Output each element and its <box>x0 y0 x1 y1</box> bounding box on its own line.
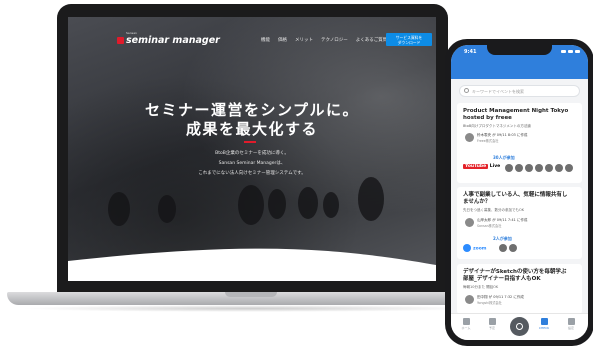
phone-notch <box>487 45 552 55</box>
platform-label: zoom <box>473 246 487 252</box>
search-icon <box>464 88 469 93</box>
avatar <box>525 164 533 172</box>
website-nav: Sansan seminar manager 機能 価格 メリット テクノロジー… <box>68 17 436 57</box>
event-title-line-1: Product Management Night Tokyo <box>463 108 569 114</box>
event-title-line-2: hosted by freee <box>463 115 512 121</box>
status-time: 9:41 <box>464 49 477 55</box>
avatar <box>505 164 513 172</box>
participant-avatars <box>499 244 517 252</box>
avatar <box>509 244 517 252</box>
nav-link-technology[interactable]: テクノロジー <box>321 37 348 43</box>
youtube-icon: YouTube <box>463 164 489 169</box>
nav-link-pricing[interactable]: 価格 <box>278 37 287 43</box>
avatar <box>535 164 543 172</box>
device-mockup: Sansan seminar manager 機能 価格 メリット テクノロジー… <box>0 0 593 353</box>
avatar <box>465 133 474 142</box>
avatar <box>499 244 507 252</box>
avatar <box>545 164 553 172</box>
battery-icon <box>575 50 580 53</box>
person-icon <box>567 318 575 325</box>
calendar-icon <box>488 318 496 325</box>
avatar <box>565 164 573 172</box>
participant-count: 2人が参加 <box>493 236 512 241</box>
event-title-line-1: 人事で副業している人、気軽に情報共有し <box>463 192 568 198</box>
hero-divider <box>244 141 256 143</box>
hero-title-line-2: 成果を最大化する <box>185 120 318 138</box>
tab-label: 設定 <box>567 326 574 330</box>
avatar <box>555 164 563 172</box>
tab-check[interactable]: CHECK <box>534 318 554 330</box>
search-placeholder: キーワードでイベントを検索 <box>472 88 524 94</box>
event-company: Freee株式会社 <box>477 139 499 143</box>
laptop-screen: Sansan seminar manager 機能 価格 メリット テクノロジー… <box>68 17 436 281</box>
signal-icon <box>561 50 566 53</box>
event-subtitle: 毎朝10分また 開話OK <box>463 285 499 289</box>
zoom-icon <box>463 244 471 252</box>
tab-home[interactable]: ホーム <box>456 318 476 330</box>
hero-wave-divider <box>68 248 436 281</box>
platform-youtube-live: YouTube Live <box>463 164 500 169</box>
event-card[interactable]: Product Management Night Tokyo hosted by… <box>457 103 582 183</box>
laptop-notch <box>225 292 277 297</box>
avatar <box>465 295 474 304</box>
tab-schedule[interactable]: 予定 <box>482 318 502 330</box>
camera-button[interactable] <box>510 317 529 336</box>
phone-screen: 9:41 キーワードでイベントを検索 Product Management Ni… <box>451 45 588 340</box>
event-company: Yongshi株式会社 <box>477 301 502 305</box>
event-card[interactable]: デザイナーがSketchの使い方を毎朝学ぶ 部屋_デザイナー目指す人もOK 毎朝… <box>457 264 582 314</box>
logo-text: seminar manager <box>126 35 220 46</box>
nav-links: 機能 価格 メリット テクノロジー よくあるご質問 <box>261 37 387 43</box>
tab-settings[interactable]: 設定 <box>561 318 581 330</box>
tab-label: CHECK <box>538 326 550 330</box>
tab-label: 予定 <box>488 326 495 330</box>
tab-label: ホーム <box>461 326 471 330</box>
tab-bar: ホーム 予定 CHECK 設定 <box>451 313 588 340</box>
hero-body-line-3: これまでにない法人向けセミナー管理システムです。 <box>198 171 306 176</box>
platform-zoom: zoom <box>463 244 487 252</box>
avatar <box>515 164 523 172</box>
avatar <box>465 218 474 227</box>
event-subtitle: 先日をつ追く募集、数分の参加でもOK <box>463 208 525 212</box>
nav-link-merits[interactable]: メリット <box>295 37 313 43</box>
event-search-input[interactable]: キーワードでイベントを検索 <box>459 85 580 97</box>
hero-title-line-1: セミナー運営をシンプルに。 <box>144 101 360 119</box>
nav-link-faq[interactable]: よくあるご質問 <box>356 37 388 43</box>
wifi-icon <box>568 50 573 53</box>
event-title-line-2: ませんか？ <box>463 199 491 205</box>
home-icon <box>462 318 470 325</box>
event-subtitle: BtoB向けプロダクトマネジメントの方法論 <box>463 124 531 128</box>
site-logo[interactable]: seminar manager <box>117 35 220 46</box>
camera-icon <box>516 323 523 330</box>
laptop-shadow <box>20 305 480 312</box>
cta-line-2: ダウンロード <box>397 39 421 45</box>
event-title-line-1: デザイナーがSketchの使い方を毎朝学ぶ <box>463 269 567 275</box>
participant-count: 30人が参加 <box>493 155 515 160</box>
phone-header: 9:41 <box>451 45 588 79</box>
hero-body-line-2: Sansan Seminar Managerは、 <box>218 161 286 166</box>
platform-label: Live <box>489 164 501 169</box>
participant-avatars <box>505 164 573 172</box>
check-icon <box>540 318 548 325</box>
download-cta-button[interactable]: サービス資料を ダウンロード <box>386 33 432 46</box>
event-card[interactable]: 人事で副業している人、気軽に情報共有し ませんか？ 先日をつ追く募集、数分の参加… <box>457 187 582 259</box>
status-icons <box>561 50 580 53</box>
hero-body-line-1: BtoB企業のセミナーを成功に導く。 <box>215 151 289 156</box>
logo-mark-icon <box>117 37 124 44</box>
event-company: Sansan株式会社 <box>477 224 502 228</box>
event-title-line-2: 部屋_デザイナー目指す人もOK <box>463 276 541 282</box>
nav-link-features[interactable]: 機能 <box>261 37 270 43</box>
